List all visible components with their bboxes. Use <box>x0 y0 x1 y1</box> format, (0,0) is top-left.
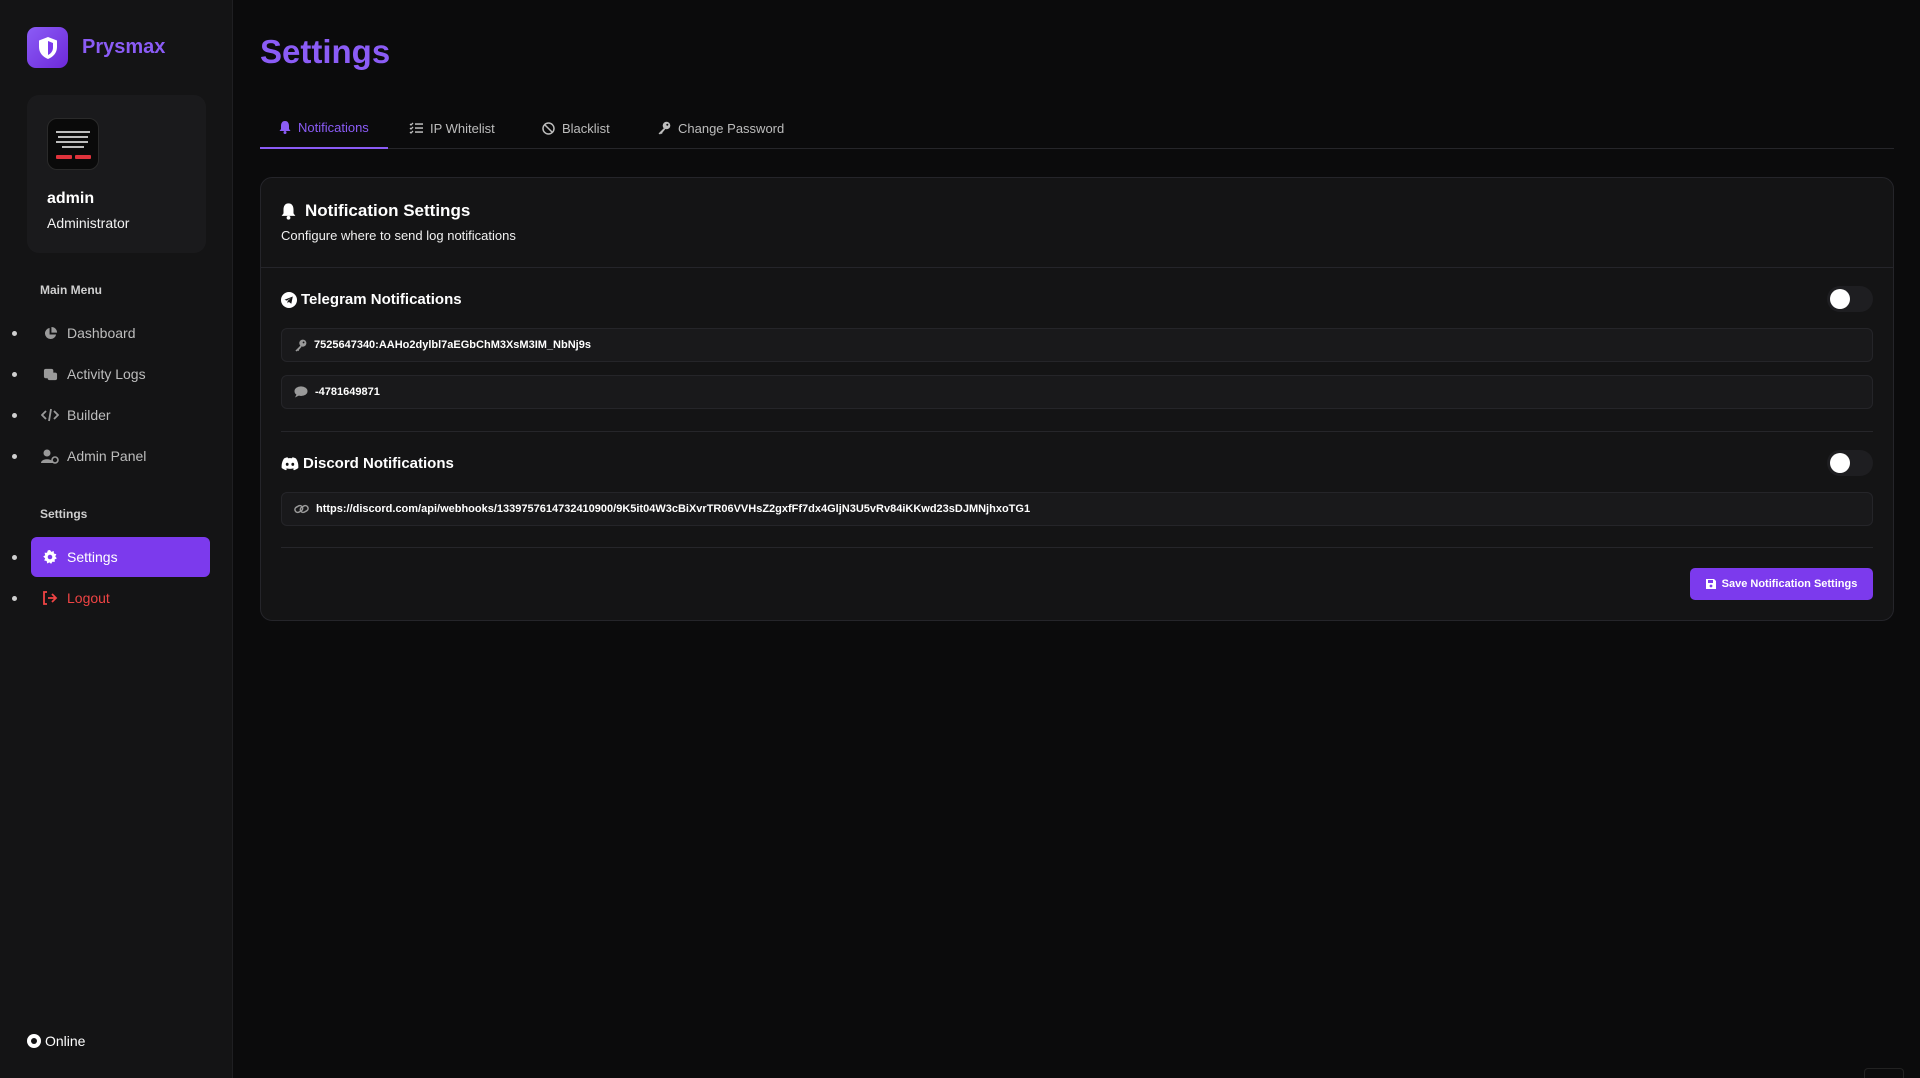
settings-tabs: Notifications IP Whitelist Blacklist Cha… <box>260 107 1894 149</box>
sidebar-item-label: Settings <box>67 549 118 565</box>
profile-card: admin Administrator <box>27 95 206 253</box>
sidebar-item-label: Dashboard <box>67 325 136 341</box>
tab-change-password[interactable]: Change Password <box>638 107 803 149</box>
bell-icon <box>279 120 291 134</box>
tab-blacklist[interactable]: Blacklist <box>523 107 629 149</box>
tab-label: Notifications <box>298 119 369 135</box>
tab-label: Blacklist <box>562 120 610 136</box>
ban-icon <box>542 121 555 135</box>
section-divider <box>281 547 1873 548</box>
tab-label: IP Whitelist <box>430 120 495 136</box>
main-menu-label: Main Menu <box>40 283 102 297</box>
card-subtitle: Configure where to send log notification… <box>281 228 516 243</box>
discord-toggle[interactable] <box>1827 450 1873 476</box>
link-icon <box>294 503 309 515</box>
telegram-bot-token-field[interactable] <box>281 328 1873 362</box>
list-bullet <box>12 454 17 459</box>
section-divider <box>281 431 1873 432</box>
telegram-section-title: Telegram Notifications <box>281 291 462 308</box>
bell-icon <box>281 202 296 220</box>
brand[interactable]: Prysmax <box>27 27 165 68</box>
scroll-icon <box>41 365 59 383</box>
sidebar-item-settings[interactable]: Settings <box>12 537 210 577</box>
status-dot-icon <box>27 1034 41 1048</box>
sidebar-item-label: Logout <box>67 590 110 606</box>
discord-title-text: Discord Notifications <box>303 455 454 472</box>
sidebar-item-activity-logs[interactable]: Activity Logs <box>12 354 210 394</box>
card-title-text: Notification Settings <box>305 201 471 220</box>
list-check-icon <box>409 122 423 134</box>
sign-out-icon <box>41 589 59 607</box>
sidebar-item-builder[interactable]: Builder <box>12 395 210 435</box>
sidebar-item-label: Builder <box>67 407 111 423</box>
page-title: Settings <box>260 33 391 70</box>
telegram-title-text: Telegram Notifications <box>301 291 462 308</box>
profile-name: admin <box>47 190 95 207</box>
sidebar: Prysmax admin Administrator Main Menu Da… <box>0 0 233 1078</box>
card-header: Notification Settings Configure where to… <box>261 178 1893 268</box>
profile-role: Administrator <box>47 215 130 231</box>
list-bullet <box>12 413 17 418</box>
main-content: Settings Notifications IP Whitelist Blac… <box>233 0 1920 1078</box>
tab-label: Change Password <box>678 120 785 136</box>
discord-icon <box>281 456 299 471</box>
discord-webhook-input[interactable] <box>316 503 1856 515</box>
list-bullet <box>12 555 17 560</box>
avatar[interactable] <box>47 118 99 170</box>
comment-icon <box>294 386 308 398</box>
telegram-chat-id-input[interactable] <box>315 386 1855 398</box>
telegram-bot-token-input[interactable] <box>314 339 1854 351</box>
tab-notifications[interactable]: Notifications <box>260 107 388 149</box>
sidebar-item-label: Admin Panel <box>67 448 147 464</box>
discord-webhook-field[interactable] <box>281 492 1873 526</box>
online-label: Online <box>45 1033 86 1049</box>
corner-tab <box>1864 1068 1904 1078</box>
telegram-chat-id-field[interactable] <box>281 375 1873 409</box>
telegram-icon <box>281 291 297 308</box>
shield-icon <box>27 27 68 68</box>
card-title: Notification Settings <box>281 201 470 221</box>
pie-chart-icon <box>41 324 59 342</box>
notification-settings-card: Notification Settings Configure where to… <box>260 177 1894 621</box>
key-icon <box>294 339 307 352</box>
brand-name: Prysmax <box>82 36 166 58</box>
save-button-label: Save Notification Settings <box>1721 578 1858 590</box>
list-bullet <box>12 331 17 336</box>
telegram-toggle[interactable] <box>1827 286 1873 312</box>
gear-icon <box>41 548 59 566</box>
sidebar-item-admin-panel[interactable]: Admin Panel <box>12 436 210 476</box>
sidebar-item-label: Activity Logs <box>67 366 146 382</box>
save-notification-settings-button[interactable]: Save Notification Settings <box>1690 568 1873 600</box>
code-icon <box>41 406 59 424</box>
list-bullet <box>12 372 17 377</box>
tab-ip-whitelist[interactable]: IP Whitelist <box>390 107 514 149</box>
discord-section-title: Discord Notifications <box>281 455 454 472</box>
user-gear-icon <box>41 447 59 465</box>
key-icon <box>657 121 671 135</box>
sidebar-item-logout[interactable]: Logout <box>12 578 210 618</box>
sidebar-item-dashboard[interactable]: Dashboard <box>12 313 210 353</box>
list-bullet <box>12 596 17 601</box>
save-icon <box>1705 579 1716 589</box>
online-status: Online <box>27 1033 85 1049</box>
settings-section-label: Settings <box>40 507 88 521</box>
